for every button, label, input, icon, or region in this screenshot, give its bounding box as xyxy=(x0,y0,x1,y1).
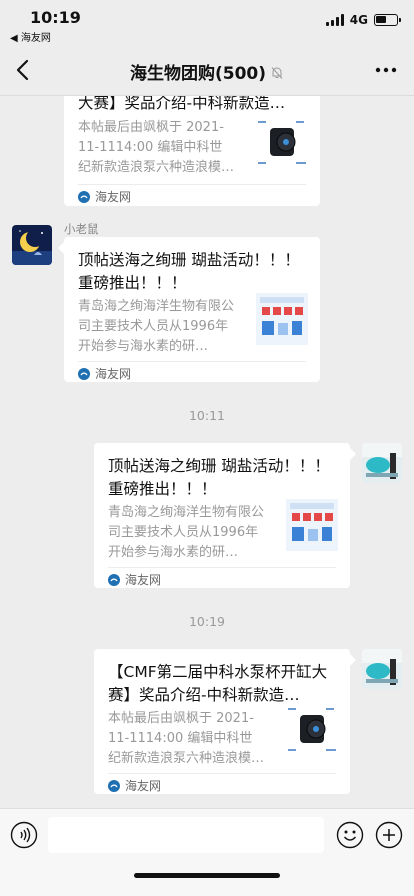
pump-thumbnail xyxy=(286,705,338,757)
plus-icon[interactable] xyxy=(375,821,403,849)
status-time: 10:19 xyxy=(30,8,81,27)
pump-thumbnail xyxy=(256,118,308,170)
card-divider xyxy=(108,567,336,568)
card-source: 海友网 xyxy=(78,365,131,382)
link-card-message[interactable]: 顶帖送海之绚珊 瑚盐活动！！！ 重磅推出！！！ 青岛海之绚海洋生物有限公司主要技… xyxy=(64,237,320,382)
signal-icon xyxy=(325,14,344,26)
chat-screen: 10:19 ◀ 海友网 4G 海生物团购(500) 大赛】奖品介绍-中科新款造…… xyxy=(0,0,414,896)
card-source: 海友网 xyxy=(78,188,131,205)
status-bar: 10:19 ◀ 海友网 4G xyxy=(0,0,414,44)
return-to-app-link[interactable]: ◀ 海友网 xyxy=(10,29,51,44)
salt-product-thumbnail xyxy=(256,293,308,345)
card-description: 青岛海之绚海洋生物有限公司主要技术人员从1996年开始参与海水素的研… xyxy=(78,299,234,354)
card-description: 青岛海之绚海洋生物有限公司主要技术人员从1996年开始参与海水素的研… xyxy=(108,505,264,560)
card-description: 本帖最后由飒枫于 2021-11-1114:00 编辑中科世纪新款造浪泵六种造浪… xyxy=(108,711,264,766)
avatar[interactable] xyxy=(362,649,402,689)
source-logo-icon xyxy=(108,779,120,792)
emoji-icon[interactable] xyxy=(336,821,364,849)
message-timestamp: 10:19 xyxy=(188,614,226,629)
home-indicator[interactable] xyxy=(134,873,280,878)
nav-bar: 海生物团购(500) xyxy=(0,44,414,96)
battery-icon xyxy=(374,14,401,26)
card-title: 顶帖送海之绚珊 瑚盐活动！！！ 重磅推出！！！ xyxy=(108,457,330,498)
card-source-label: 海友网 xyxy=(125,573,162,587)
chat-title-text: 海生物团购(500) xyxy=(129,64,267,84)
avatar[interactable] xyxy=(362,443,402,483)
sender-name: 小老鼠 xyxy=(64,222,99,236)
link-card-message[interactable]: 顶帖送海之绚珊 瑚盐活动！！！ 重磅推出！！！ 青岛海之绚海洋生物有限公司主要技… xyxy=(94,443,350,588)
network-type: 4G xyxy=(349,13,368,27)
message-timestamp: 10:11 xyxy=(188,408,226,423)
card-title: 顶帖送海之绚珊 瑚盐活动！！！ 重磅推出！！！ xyxy=(78,251,300,292)
source-logo-icon xyxy=(108,573,120,586)
card-title: 大赛】奖品介绍-中科新款造… xyxy=(78,96,286,112)
card-source-label: 海友网 xyxy=(95,367,132,381)
status-indicators: 4G xyxy=(325,13,401,27)
bell-off-icon xyxy=(271,67,283,79)
salt-product-thumbnail xyxy=(286,499,338,551)
card-description: 本帖最后由飒枫于 2021-11-1114:00 编辑中科世纪新款造浪泵六种造浪… xyxy=(78,120,234,175)
avatar[interactable] xyxy=(12,225,52,265)
bubble-tail xyxy=(350,448,356,460)
link-card-message[interactable]: 【CMF第二届中科水泵杯开缸大赛】奖品介绍-中科新款造… 本帖最后由飒枫于 20… xyxy=(94,649,350,794)
card-source-label: 海友网 xyxy=(125,779,162,793)
chat-title: 海生物团购(500) xyxy=(0,59,414,84)
card-source: 海友网 xyxy=(108,777,161,794)
card-title: 【CMF第二届中科水泵杯开缸大赛】奖品介绍-中科新款造… xyxy=(108,663,328,704)
card-divider xyxy=(78,184,306,185)
card-divider xyxy=(108,773,336,774)
source-logo-icon xyxy=(78,190,90,203)
card-source: 海友网 xyxy=(108,571,161,588)
card-divider xyxy=(78,361,306,362)
more-dots-icon[interactable] xyxy=(374,58,398,82)
link-card-message[interactable]: 大赛】奖品介绍-中科新款造… 本帖最后由飒枫于 2021-11-1114:00 … xyxy=(64,96,320,206)
message-list[interactable]: 大赛】奖品介绍-中科新款造… 本帖最后由飒枫于 2021-11-1114:00 … xyxy=(0,96,414,808)
card-source-label: 海友网 xyxy=(95,190,132,204)
voice-icon[interactable] xyxy=(10,821,38,849)
bubble-tail xyxy=(350,654,356,666)
input-bar xyxy=(0,808,414,896)
message-input[interactable] xyxy=(48,817,324,853)
source-logo-icon xyxy=(78,367,90,380)
